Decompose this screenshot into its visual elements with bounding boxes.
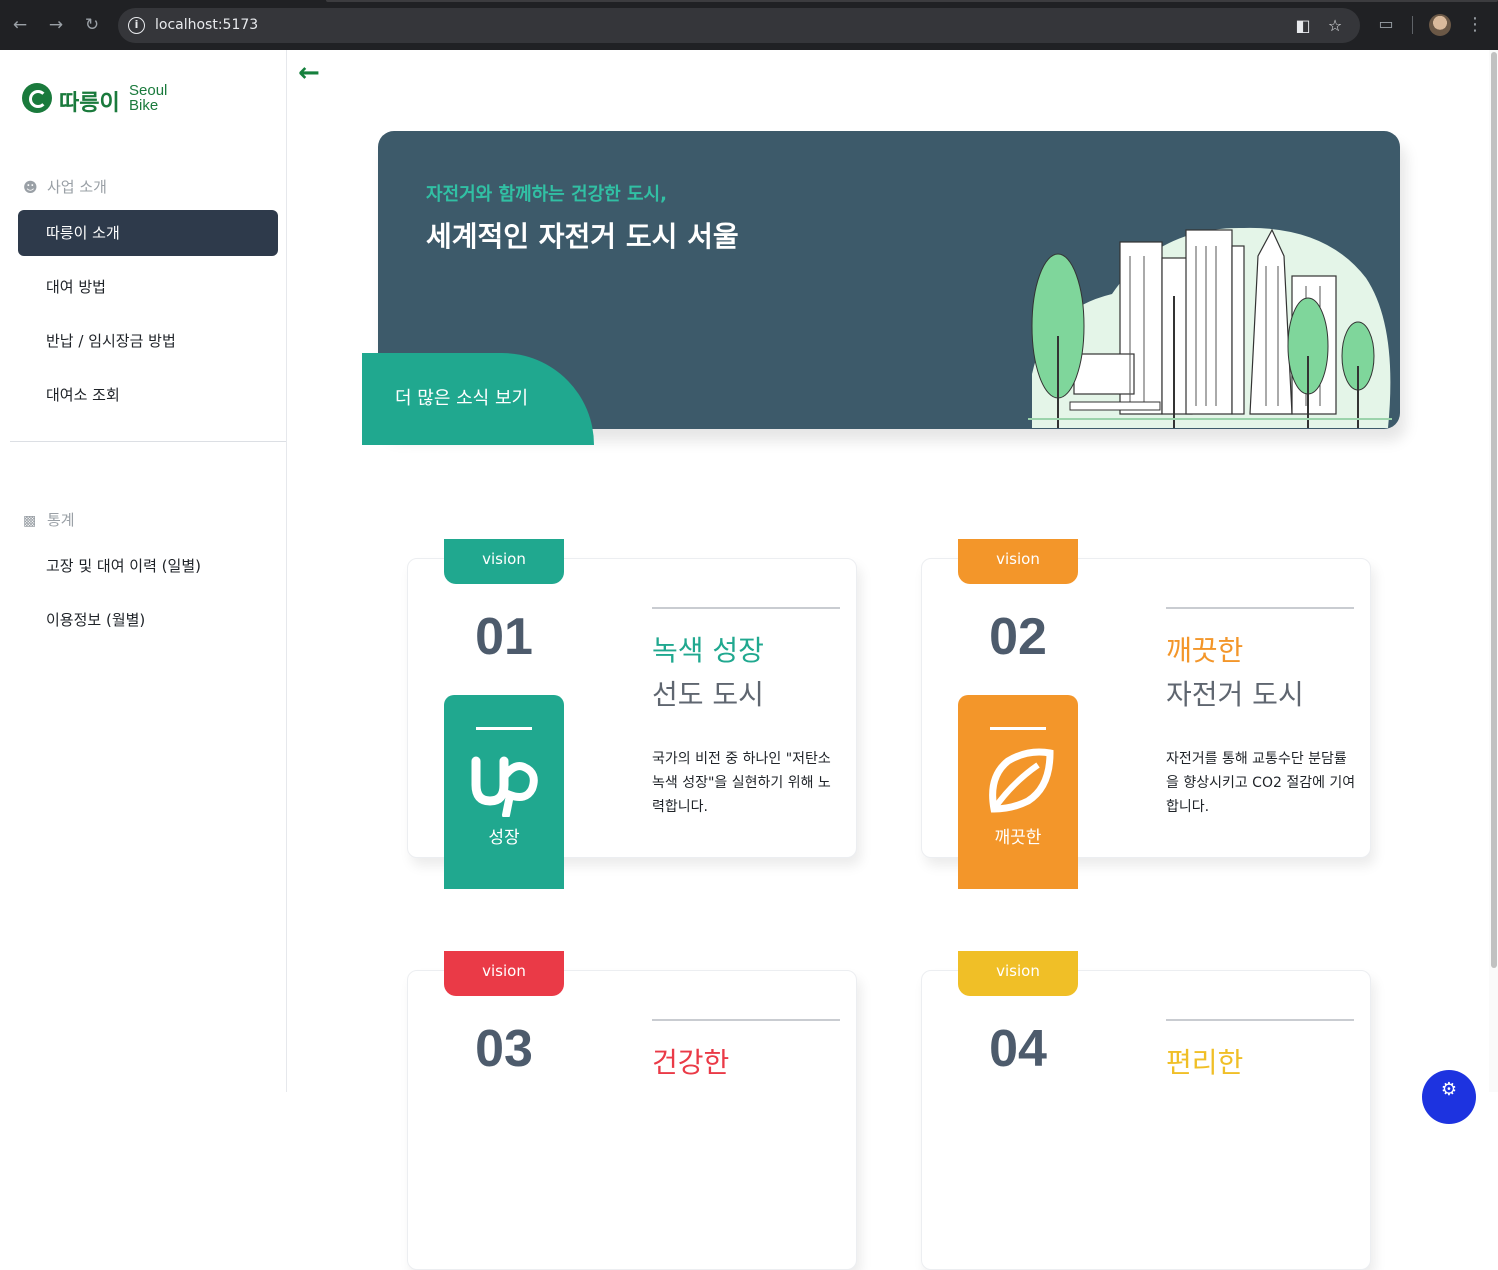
vision-headline: 건강한 — [652, 1046, 730, 1079]
section-title-text: 사업 소개 — [47, 178, 107, 196]
logo-sub-seoul: Seoul — [129, 82, 168, 99]
logo-subtitle: Seoul Bike — [129, 83, 167, 113]
extensions-icon[interactable]: ▭ — [1376, 14, 1396, 34]
logo-sub-bike: Bike — [129, 97, 159, 114]
sidebar: 따릉이 Seoul Bike ☻ 사업 소개 따릉이 소개 대여 방법 반납 / … — [0, 50, 287, 1092]
sidebar-item-return-method[interactable]: 반납 / 임시장금 방법 — [18, 318, 278, 364]
bookmark-star-icon[interactable]: ☆ — [1324, 15, 1346, 37]
vision-subheadline: 선도 도시 — [652, 678, 764, 711]
vision-card-04: vision 04 편리한 — [921, 951, 1371, 1270]
vision-number: 01 — [475, 608, 533, 666]
hero-kicker: 자전거와 함께하는 건강한 도시, — [426, 184, 667, 205]
gear-icon: ⚙ — [1440, 1079, 1458, 1100]
title-rule — [652, 1019, 840, 1021]
city-illustration — [1028, 227, 1392, 428]
scrollbar-thumb[interactable] — [1491, 52, 1497, 968]
back-icon[interactable]: ← — [9, 14, 31, 36]
back-arrow-icon[interactable]: ← — [298, 60, 324, 86]
upwork-icon — [471, 756, 538, 817]
leaf-icon — [989, 748, 1054, 813]
section-title-text: 통계 — [47, 511, 75, 529]
vision-card-01: vision 01 성장 녹색 성장 선도 도시 국가의 비전 중 하나인 "저… — [407, 539, 857, 889]
vision-number: 04 — [989, 1020, 1047, 1078]
badge-label: 성장 — [488, 828, 520, 848]
profile-avatar[interactable] — [1429, 14, 1451, 36]
toolbar-divider — [1412, 16, 1413, 34]
vision-number: 03 — [475, 1020, 533, 1078]
vision-badge: 깨끗한 — [958, 695, 1078, 889]
vision-tab: vision — [444, 539, 564, 584]
sidebar-item-station-lookup[interactable]: 대여소 조회 — [18, 372, 278, 418]
users-icon: ☻ — [23, 180, 38, 196]
badge-bar — [476, 727, 532, 730]
vision-tab: vision — [444, 951, 564, 996]
vision-description: 자전거를 통해 교통수단 분담률을 향상시키고 CO2 절감에 기여합니다. — [1166, 751, 1356, 815]
vision-subheadline: 자전거 도시 — [1166, 678, 1304, 711]
vision-headline: 깨끗한 — [1166, 634, 1244, 667]
browser-toolbar: ← → ↻ i localhost:5173 ◧ ☆ ▭ ⋮ — [0, 0, 1498, 50]
badge-bar — [990, 727, 1046, 730]
vision-headline: 편리한 — [1166, 1046, 1244, 1079]
site-info-icon[interactable]: i — [128, 17, 145, 34]
translate-icon[interactable]: ◧ — [1292, 15, 1314, 37]
vision-headline: 녹색 성장 — [652, 634, 764, 667]
sidebar-divider — [10, 441, 286, 442]
title-rule — [1166, 607, 1354, 609]
section-title-business: ☻ 사업 소개 — [23, 176, 107, 197]
logo-name: 따릉이 — [59, 91, 120, 116]
title-rule — [652, 607, 840, 609]
title-rule — [1166, 1019, 1354, 1021]
url-text[interactable]: localhost:5173 — [155, 17, 258, 33]
floating-gear-button[interactable]: ⚙ — [1422, 1070, 1476, 1124]
reload-icon[interactable]: ↻ — [81, 14, 103, 36]
chart-icon: ▩ — [23, 513, 37, 529]
vision-badge: 성장 — [444, 695, 564, 889]
vision-card-02: vision 02 깨끗한 깨끗한 자전거 도시 자전거를 통해 교통수단 분담… — [921, 539, 1371, 889]
section-title-stats: ▩ 통계 — [23, 509, 75, 530]
more-menu-icon[interactable]: ⋮ — [1466, 14, 1484, 36]
sidebar-item-intro[interactable]: 따릉이 소개 — [18, 210, 278, 256]
badge-label: 깨끗한 — [994, 828, 1042, 848]
vision-card-03: vision 03 건강한 — [407, 951, 857, 1270]
forward-icon[interactable]: → — [45, 14, 67, 36]
sidebar-item-monthly-usage[interactable]: 이용정보 (월별) — [18, 597, 278, 643]
vision-tab: vision — [958, 539, 1078, 584]
vision-tab: vision — [958, 951, 1078, 996]
address-bar[interactable]: i localhost:5173 ◧ ☆ — [118, 8, 1360, 43]
hero-title: 세계적인 자전거 도시 서울 — [426, 220, 739, 253]
vision-number: 02 — [989, 608, 1047, 666]
sidebar-item-daily-history[interactable]: 고장 및 대여 이력 (일별) — [18, 543, 278, 589]
tab-strip-edge — [326, 0, 1498, 2]
bike-logo-icon — [22, 83, 52, 113]
vision-description: 국가의 비전 중 하나인 "저탄소 녹색 성장"을 실현하기 위해 노력합니다. — [652, 751, 831, 815]
sidebar-item-rental-method[interactable]: 대여 방법 — [18, 264, 278, 310]
